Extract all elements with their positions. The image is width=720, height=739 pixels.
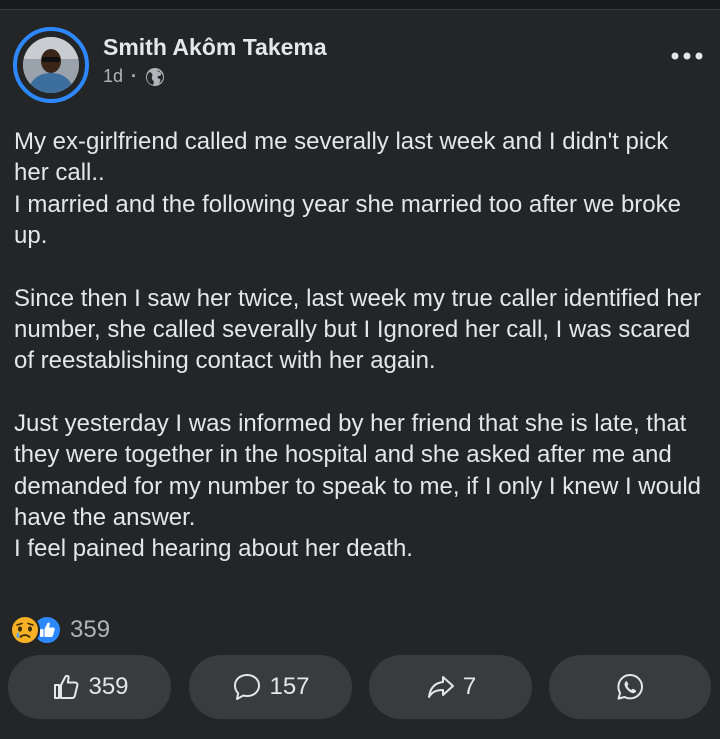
avatar[interactable]: [23, 37, 79, 93]
story-ring[interactable]: [13, 27, 89, 103]
whatsapp-icon: [617, 674, 643, 700]
top-bar-edge: [0, 0, 720, 10]
share-button[interactable]: 7: [369, 655, 532, 719]
post-card: Smith Akôm Takema 1d · My ex-girlfriend …: [0, 10, 720, 739]
action-bar: 359 157 7: [0, 655, 720, 727]
comment-button[interactable]: 157: [189, 655, 352, 719]
post-time[interactable]: 1d: [103, 66, 123, 87]
share-count: 7: [462, 673, 477, 700]
reaction-count: 359: [70, 616, 111, 643]
comment-icon: [234, 674, 261, 700]
reaction-summary[interactable]: 359: [10, 614, 110, 646]
like-count: 359: [88, 673, 129, 700]
more-options-icon[interactable]: [669, 46, 705, 66]
post-paragraph: My ex-girlfriend called me severally las…: [14, 128, 681, 250]
meta-separator: ·: [131, 66, 138, 86]
author-name[interactable]: Smith Akôm Takema: [103, 34, 327, 61]
sad-reaction-icon: [10, 615, 40, 645]
whatsapp-share-button[interactable]: [549, 655, 711, 719]
post-paragraph: Since then I saw her twice, last week my…: [14, 284, 701, 375]
thumbs-up-icon: [54, 674, 79, 699]
comment-count: 157: [269, 673, 310, 700]
avatar-photo: [23, 37, 79, 93]
share-arrow-icon: [427, 676, 454, 698]
like-button[interactable]: 359: [8, 655, 171, 719]
globe-icon[interactable]: [145, 67, 165, 87]
post-meta: 1d ·: [103, 66, 165, 87]
post-paragraph: Just yesterday I was informed by her fri…: [14, 409, 701, 563]
post-body: My ex-girlfriend called me severally las…: [14, 126, 709, 565]
